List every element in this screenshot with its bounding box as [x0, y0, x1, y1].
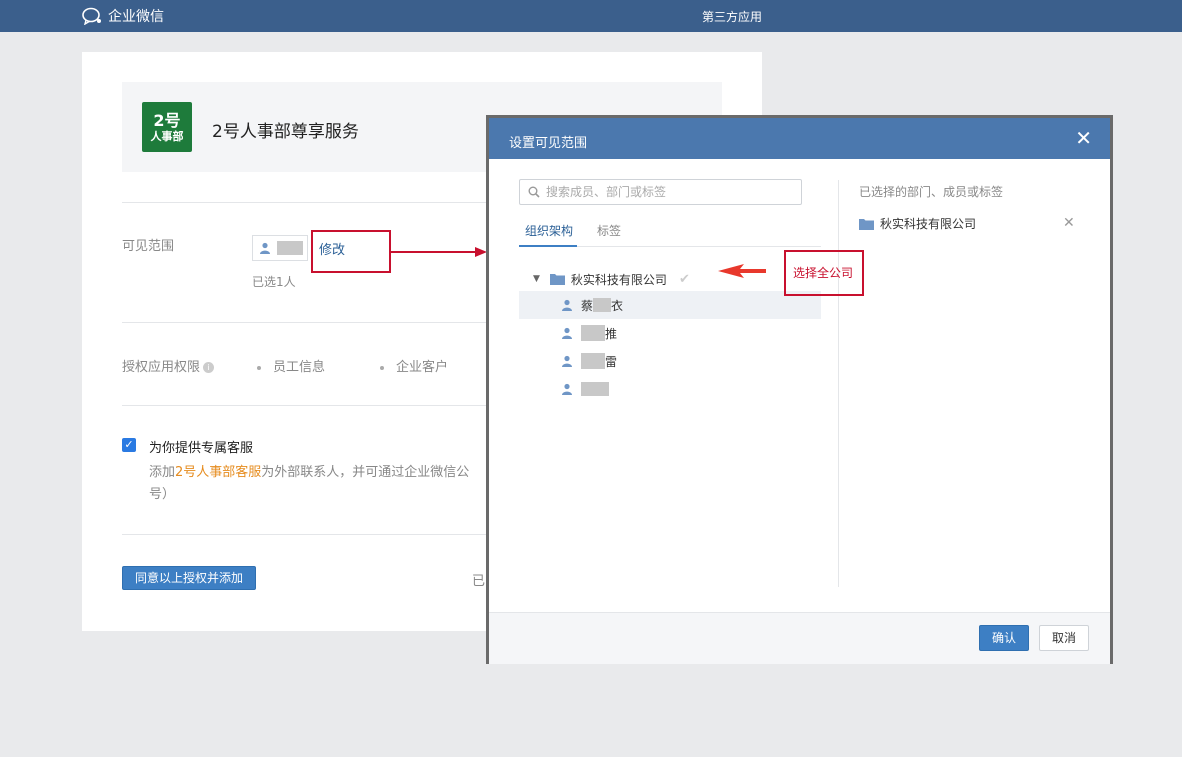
info-icon[interactable]: i [203, 362, 215, 373]
visibility-dialog: 设置可见范围 ✕ 组织架构 标签 ▼ 秋实科技有限公司 ✔ 蔡衣 推 雷 [486, 115, 1113, 664]
permission-item-label: 员工信息 [273, 360, 326, 375]
member-item[interactable]: 推 [519, 319, 821, 347]
selected-item: 秋实科技有限公司 [859, 215, 976, 232]
selected-panel-title: 已选择的部门、成员或标签 [859, 185, 1004, 199]
cancel-button[interactable]: 取消 [1039, 625, 1089, 651]
member-item[interactable] [519, 375, 821, 403]
member-item[interactable]: 雷 [519, 347, 821, 375]
permission-item: 企业客户 [380, 356, 448, 375]
annotation-box-modify [311, 230, 391, 273]
tree-node-label: 秋实科技有限公司 [570, 272, 667, 287]
member-name-suffix: 衣 [611, 298, 624, 313]
remove-icon[interactable]: ✕ [1063, 215, 1075, 231]
dialog-header: 设置可见范围 ✕ [489, 118, 1110, 159]
bullet-icon [257, 365, 261, 370]
top-bar: 企业微信 第三方应用 [0, 0, 1182, 32]
footer-tail-text: 已 [472, 574, 486, 589]
customer-service-title: 为你提供专属客服 [149, 441, 254, 456]
confirm-button[interactable]: 确认 [979, 625, 1029, 651]
person-icon [260, 242, 270, 254]
search-icon [528, 186, 540, 198]
permissions-label-text: 授权应用权限 [122, 360, 201, 375]
selected-count: 已选1人 [252, 275, 296, 289]
blurred-name [581, 353, 605, 369]
folder-icon [859, 218, 874, 230]
check-icon[interactable]: ✔ [679, 272, 690, 287]
desc-suffix: 为外部联系人，并可通过企业微信公 [261, 465, 470, 480]
page-title: 第三方应用 [701, 10, 762, 24]
folder-icon [549, 274, 565, 285]
tab-tags[interactable]: 标签 [597, 222, 621, 239]
agree-and-add-button[interactable]: 同意以上授权并添加 [122, 566, 257, 590]
annotation-arrow-right [389, 247, 487, 257]
tree-node-company[interactable]: ▼ 秋实科技有限公司 ✔ [533, 269, 690, 289]
search-input[interactable] [546, 185, 786, 199]
blurred-name [593, 298, 612, 312]
app-icon-number: 2号 [153, 110, 181, 130]
member-name-suffix: 雷 [605, 354, 618, 369]
app-icon: 2号 人事部 [142, 102, 192, 152]
dialog-title: 设置可见范围 [509, 136, 588, 151]
annotation-arrow-left [718, 264, 766, 278]
annotation-note: 选择全公司 [793, 266, 854, 280]
blurred-name [581, 325, 605, 341]
permission-item-label: 企业客户 [396, 360, 449, 375]
app-name: 2号人事部尊享服务 [212, 122, 359, 142]
blurred-name [277, 241, 303, 255]
active-tab-underline [519, 245, 577, 247]
dialog-tabs: 组织架构 标签 [519, 210, 821, 247]
person-icon [562, 299, 572, 311]
person-icon [562, 327, 572, 339]
visibility-label: 可见范围 [122, 239, 175, 254]
customer-service-description: 添加2号人事部客服为外部联系人，并可通过企业微信公号） [149, 462, 489, 506]
customer-service-checkbox[interactable]: ✓ [122, 438, 136, 452]
app-icon-text: 人事部 [150, 129, 184, 143]
selected-item-label: 秋实科技有限公司 [880, 217, 977, 231]
desc-prefix: 添加 [149, 465, 176, 480]
selected-member-chip [252, 235, 308, 261]
member-name-suffix: 推 [605, 326, 618, 341]
desc-wrap: 号） [149, 487, 176, 502]
panel-divider [838, 180, 839, 587]
tab-org-structure[interactable]: 组织架构 [525, 222, 573, 239]
dialog-footer: 确认 取消 [489, 612, 1110, 664]
member-item[interactable]: 蔡衣 [519, 291, 821, 319]
permission-item: 员工信息 [257, 356, 325, 375]
collapse-triangle-icon[interactable]: ▼ [533, 274, 540, 284]
search-box[interactable] [519, 179, 802, 205]
member-name-prefix: 蔡 [581, 298, 594, 313]
close-icon[interactable]: ✕ [1075, 128, 1092, 148]
permissions-label: 授权应用权限 i [122, 356, 215, 375]
person-icon [562, 383, 572, 395]
person-icon [562, 355, 572, 367]
customer-service-name: 2号人事部客服 [175, 465, 262, 480]
blurred-name [581, 382, 609, 396]
bullet-icon [380, 365, 384, 370]
